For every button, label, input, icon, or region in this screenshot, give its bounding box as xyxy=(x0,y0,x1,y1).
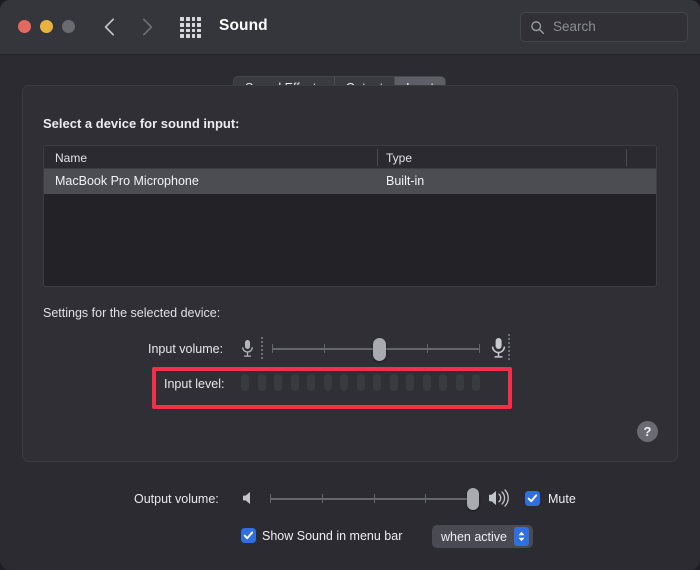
level-segment xyxy=(323,374,332,391)
table-header-row: Name Type xyxy=(44,146,656,169)
table-row[interactable]: MacBook Pro Microphone Built-in xyxy=(44,169,656,194)
column-divider-2[interactable] xyxy=(626,149,627,166)
speaker-high-icon xyxy=(489,489,509,507)
level-segment xyxy=(274,374,282,391)
device-name-cell: MacBook Pro Microphone xyxy=(55,174,199,188)
level-segment xyxy=(455,374,464,391)
level-segment xyxy=(472,374,480,391)
microphone-small-icon xyxy=(242,340,253,357)
select-device-label: Select a device for sound input: xyxy=(43,116,240,131)
search-placeholder: Search xyxy=(553,19,596,34)
output-volume-thumb[interactable] xyxy=(466,488,479,510)
forward-button[interactable] xyxy=(134,13,160,41)
window-title: Sound xyxy=(219,17,268,34)
sound-preferences-window: Sound Search Sound Effects Output Input … xyxy=(0,0,700,570)
slider-min-dots xyxy=(261,337,263,359)
input-level-meter xyxy=(241,374,480,391)
slider-tick xyxy=(272,344,273,353)
chevron-right-icon xyxy=(142,18,152,36)
slider-max-dots xyxy=(508,334,510,361)
output-volume-slider[interactable] xyxy=(270,488,479,510)
checkmark-icon xyxy=(527,494,538,503)
chevron-up-down-icon xyxy=(514,527,530,546)
slider-tick xyxy=(479,344,480,353)
level-segment xyxy=(307,374,315,391)
level-segment xyxy=(389,374,398,391)
input-volume-label: Input volume: xyxy=(148,342,224,356)
level-segment xyxy=(406,374,414,391)
slider-tick xyxy=(425,494,427,503)
column-header-name[interactable]: Name xyxy=(55,151,87,165)
close-window-button[interactable] xyxy=(18,20,31,33)
slider-tick xyxy=(373,494,375,503)
level-segment xyxy=(439,374,447,391)
input-volume-slider[interactable] xyxy=(272,338,480,361)
settings-label: Settings for the selected device: xyxy=(43,306,221,320)
level-segment xyxy=(241,374,249,391)
level-segment xyxy=(422,374,431,391)
slider-tick xyxy=(270,494,271,503)
input-volume-thumb[interactable] xyxy=(373,338,387,361)
search-field[interactable]: Search xyxy=(520,12,688,42)
zoom-window-button[interactable] xyxy=(62,20,75,33)
column-divider-1[interactable] xyxy=(377,149,378,166)
level-segment xyxy=(257,374,266,391)
popup-selected-value: when active xyxy=(441,529,508,544)
device-type-cell: Built-in xyxy=(386,174,425,188)
slider-tick xyxy=(321,494,323,503)
level-segment xyxy=(340,374,348,391)
microphone-large-icon xyxy=(491,338,506,358)
level-segment xyxy=(290,374,299,391)
mute-checkbox[interactable] xyxy=(525,491,540,506)
input-level-label: Input level: xyxy=(164,377,225,391)
show-in-menu-bar-checkbox[interactable] xyxy=(241,528,256,543)
output-volume-label: Output volume: xyxy=(134,492,219,506)
slider-tick xyxy=(427,344,429,353)
back-button[interactable] xyxy=(96,13,122,41)
level-segment xyxy=(356,374,365,391)
chevron-left-icon xyxy=(104,18,114,36)
checkmark-icon xyxy=(243,531,254,540)
menu-bar-visibility-popup[interactable]: when active xyxy=(432,525,534,548)
minimize-window-button[interactable] xyxy=(40,20,53,33)
slider-tick xyxy=(323,344,325,353)
column-header-type[interactable]: Type xyxy=(386,151,412,165)
help-button[interactable]: ? xyxy=(637,421,658,442)
level-segment xyxy=(373,374,381,391)
speaker-low-icon xyxy=(243,492,250,504)
search-icon xyxy=(531,21,545,35)
show-all-preferences-icon[interactable] xyxy=(180,17,201,38)
input-device-table[interactable]: Name Type MacBook Pro Microphone Built-i… xyxy=(43,145,657,287)
mute-label[interactable]: Mute xyxy=(548,492,576,506)
window-titlebar: Sound Search xyxy=(0,0,700,55)
show-in-menu-bar-label[interactable]: Show Sound in menu bar xyxy=(262,529,402,543)
